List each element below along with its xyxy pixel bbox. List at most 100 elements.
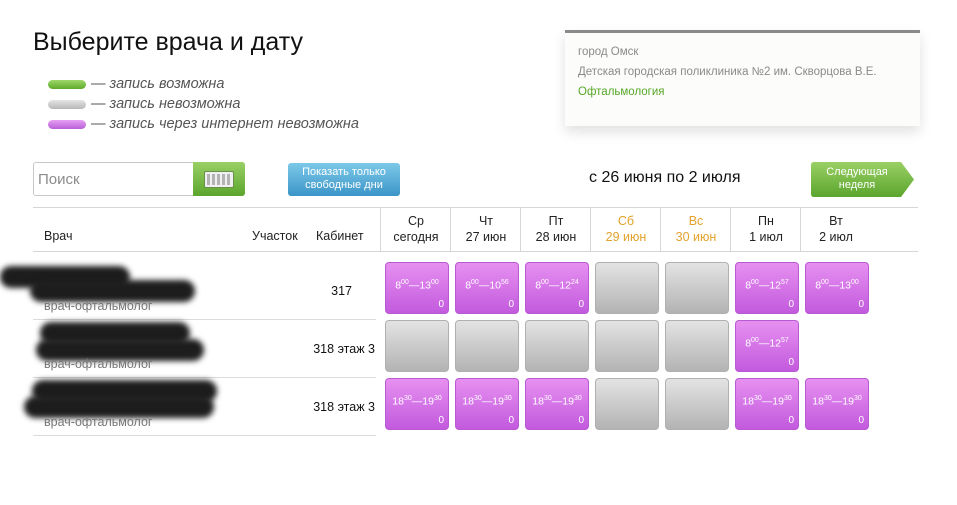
row-divider	[33, 377, 376, 378]
search-input[interactable]	[36, 165, 194, 193]
legend-item-internet-unavailable: — запись через интернет невозможна	[48, 114, 359, 134]
slot-from-hour: 18	[392, 395, 404, 408]
legend-item-unavailable: — запись невозможна	[48, 94, 359, 114]
day-weekday: Сб	[617, 214, 635, 228]
slot-to-minutes: 30	[783, 395, 792, 402]
show-free-days-button[interactable]: Показать только свободные дни	[288, 163, 400, 196]
slot-to-hour: 19	[842, 395, 854, 408]
header-uchastok: Участок	[252, 229, 298, 243]
day-header: Пт 28 июн	[521, 213, 591, 245]
slot-dash: —	[411, 395, 423, 408]
virtual-keyboard-button[interactable]	[193, 162, 245, 196]
legend-label: — запись возможна	[91, 76, 225, 92]
clinic-label: Детская городская поликлиника №2 им. Скв…	[578, 66, 877, 78]
slot-from-hour: 18	[532, 395, 544, 408]
legend: — запись возможна — запись невозможна — …	[48, 74, 359, 134]
slot-time-range: 800—1224	[526, 279, 588, 292]
city-label: город Омск	[578, 46, 639, 58]
slot-to-hour: 19	[492, 395, 504, 408]
day-date: 1 июл	[749, 230, 783, 244]
slot-dash: —	[758, 337, 770, 350]
slot-from-minutes: 00	[541, 279, 549, 286]
slot-internet-unavailable[interactable]: 1830—1930 0	[455, 378, 519, 430]
slot-to-minutes: 00	[851, 279, 859, 286]
header-doctor: Врач	[44, 229, 73, 243]
slot-unavailable	[385, 320, 449, 372]
slot-unavailable	[455, 320, 519, 372]
slot-count: 0	[438, 415, 444, 426]
grid-top-divider	[33, 207, 918, 208]
day-date: 27 июн	[465, 230, 507, 244]
slot-to-minutes: 56	[501, 279, 509, 286]
slot-to-minutes: 30	[573, 395, 582, 402]
slot-to-minutes: 30	[853, 395, 862, 402]
slot-internet-unavailable[interactable]: 800—1257 0	[735, 262, 799, 314]
legend-swatch-green	[48, 79, 86, 89]
slot-from-minutes: 30	[543, 395, 552, 402]
slot-time-range: 800—1300	[386, 279, 448, 292]
slot-internet-unavailable[interactable]: 800—1056 0	[455, 262, 519, 314]
grid-header-divider	[33, 251, 918, 252]
clinic-info-card: город Омск Детская городская поликлиника…	[565, 30, 920, 126]
slot-internet-unavailable[interactable]: 1830—1930 0	[805, 378, 869, 430]
slot-to-minutes: 24	[571, 279, 579, 286]
day-header: Сб 29 июн	[591, 213, 661, 245]
slot-from-minutes: 30	[403, 395, 412, 402]
doctor-cabinet: 318 этаж 3	[313, 400, 375, 414]
slot-from-minutes: 00	[751, 279, 759, 286]
slot-time-range: 800—1056	[456, 279, 518, 292]
legend-item-available: — запись возможна	[48, 74, 359, 94]
slot-unavailable	[665, 262, 729, 314]
slot-count: 0	[508, 415, 514, 426]
day-date: 28 июн	[535, 230, 577, 244]
date-range-label: с 26 июня по 2 июля	[589, 169, 741, 186]
slot-to-hour: 13	[839, 279, 852, 292]
slot-internet-unavailable[interactable]: 800—1300 0	[805, 262, 869, 314]
slot-count: 0	[578, 415, 584, 426]
slot-from-minutes: 00	[751, 337, 759, 344]
day-header: Вт 2 июл	[801, 213, 871, 245]
specialty-link[interactable]: Офтальмология	[578, 82, 907, 102]
slot-unavailable	[595, 320, 659, 372]
slot-internet-unavailable[interactable]: 1830—1930 0	[385, 378, 449, 430]
next-week-label: Следующая неделя	[826, 166, 888, 191]
doctor-cabinet: 317	[331, 284, 352, 298]
slot-to-hour: 12	[769, 337, 782, 350]
slot-internet-unavailable[interactable]: 1830—1930 0	[735, 378, 799, 430]
slot-time-range: 1830—1930	[456, 395, 518, 408]
doctor-specialty: врач-офтальмолог	[44, 357, 153, 371]
slot-from-hour: 18	[462, 395, 474, 408]
slot-count: 0	[788, 299, 794, 310]
slot-time-range: 800—1300	[806, 279, 868, 292]
slot-from-minutes: 30	[823, 395, 832, 402]
row-divider	[33, 319, 376, 320]
day-weekday: Пн	[758, 214, 774, 228]
slot-dash: —	[481, 395, 493, 408]
slot-time-range: 1830—1930	[806, 395, 868, 408]
page-title: Выберите врача и дату	[33, 28, 303, 56]
slot-count: 0	[858, 299, 864, 310]
slot-count: 0	[578, 299, 584, 310]
slot-count: 0	[858, 415, 864, 426]
slot-from-minutes: 00	[821, 279, 829, 286]
slot-time-range: 1830—1930	[526, 395, 588, 408]
slot-time-range: 1830—1930	[386, 395, 448, 408]
slot-dash: —	[831, 395, 843, 408]
day-weekday: Пт	[548, 214, 564, 228]
legend-swatch-gray	[48, 99, 86, 109]
doctor-cabinet: 318 этаж 3	[313, 342, 375, 356]
slot-unavailable	[665, 320, 729, 372]
slot-from-minutes: 30	[753, 395, 762, 402]
slot-internet-unavailable[interactable]: 800—1300 0	[385, 262, 449, 314]
slot-internet-unavailable[interactable]: 800—1224 0	[525, 262, 589, 314]
slot-count: 0	[438, 299, 444, 310]
slot-to-minutes: 57	[781, 337, 789, 344]
slot-internet-unavailable[interactable]: 1830—1930 0	[525, 378, 589, 430]
slot-to-hour: 13	[419, 279, 432, 292]
slot-internet-unavailable[interactable]: 800—1257 0	[735, 320, 799, 372]
day-weekday: Вс	[688, 214, 704, 228]
slot-dash: —	[828, 279, 840, 292]
slot-time-range: 800—1257	[736, 337, 798, 350]
next-week-button[interactable]: Следующая неделя	[811, 162, 914, 197]
slot-count: 0	[788, 415, 794, 426]
